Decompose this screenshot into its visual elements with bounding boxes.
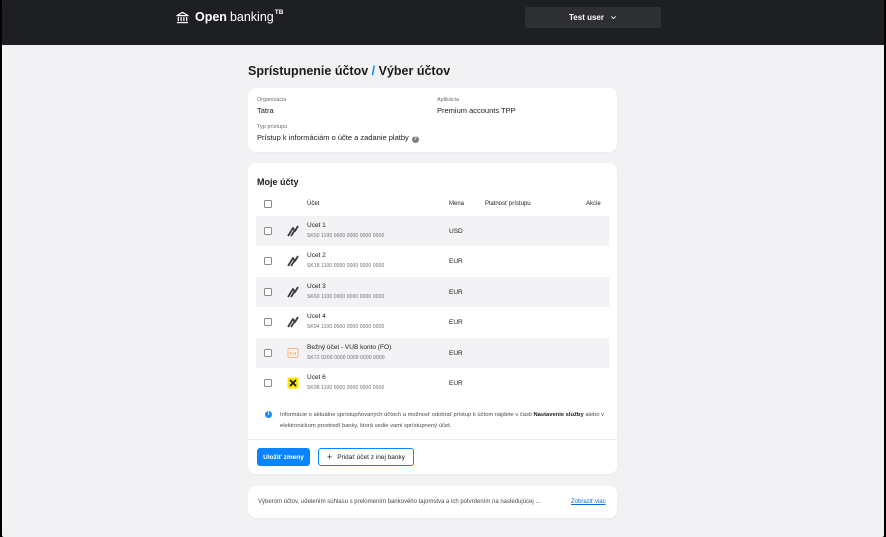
top-bar: Open banking TB Test user — [2, 0, 884, 45]
page-title: Sprístupnenie účtov / Výber účtov — [248, 64, 450, 78]
logo[interactable]: Open banking TB — [176, 8, 284, 24]
select-all-checkbox[interactable] — [264, 200, 272, 208]
app-frame: Open banking TB Test user Sprístupnenie … — [2, 0, 884, 537]
account-row[interactable]: Ucet 4 SK94 1100 0000 0000 0000 0000 EUR — [256, 307, 609, 337]
organization-value: Tatra — [257, 106, 274, 115]
tatra-bank-icon — [287, 286, 299, 298]
account-row[interactable]: Bežný účet - VUB konto (FO) SK72 0200 00… — [256, 338, 609, 368]
account-iban: SK18 1100 0000 0000 0000 0000 — [307, 263, 385, 269]
access-info-card: Organizácia Tatra Aplikácia Premium acco… — [248, 88, 617, 152]
logo-superscript: TB — [274, 8, 284, 16]
user-menu-label: Test user — [569, 13, 604, 22]
raiffeisen-bank-icon — [287, 377, 299, 389]
info-icon: i — [265, 411, 272, 418]
breadcrumb-separator: / — [371, 64, 376, 78]
access-type-text: Prístup k informáciám o účte a zadanie p… — [257, 133, 409, 142]
account-checkbox[interactable] — [264, 288, 272, 296]
account-name: Ucet 1 — [307, 222, 326, 229]
bank-building-icon — [176, 11, 189, 23]
add-account-button[interactable]: + Pridať účet z inej banky — [318, 448, 414, 466]
tatra-bank-icon — [287, 316, 299, 328]
account-name: Ucet 4 — [307, 313, 326, 320]
add-account-label: Pridať účet z inej banky — [337, 453, 406, 461]
consent-card: Výberom účtov, udelením súhlasu s prelom… — [248, 486, 617, 518]
save-changes-button[interactable]: Uložiť zmeny — [257, 448, 310, 466]
consent-text: Výberom účtov, udelením súhlasu s prelom… — [258, 499, 541, 505]
account-row[interactable]: Ucet 1 SK50 1100 0000 0000 0000 0000 USD — [256, 216, 609, 246]
column-validity: Platnosť prístupu — [485, 201, 531, 207]
account-currency: USD — [449, 228, 463, 235]
accounts-table-header: Účet Mena Platnosť prístupu Akcie — [248, 197, 617, 215]
account-iban: SK94 1100 0000 0000 0000 0000 — [307, 324, 385, 330]
logo-text-strong: Open — [195, 10, 227, 24]
account-name: Ucet 2 — [307, 252, 326, 259]
account-row[interactable]: Ucet 6 SK98 1100 0000 0000 0000 0000 EUR — [256, 368, 609, 398]
accounts-card: Moje účty Účet Mena Platnosť prístupu Ak… — [248, 163, 617, 474]
account-checkbox[interactable] — [264, 379, 272, 387]
info-notice: i Informácie o aktuálne sprístupňovaných… — [265, 410, 605, 432]
access-type-label: Typ prístupu — [257, 124, 288, 130]
notice-text: Informácie o aktuálne sprístupňovaných ú… — [265, 410, 605, 432]
application-value: Premium accounts TPP — [437, 106, 516, 115]
account-name: Ucet 3 — [307, 283, 326, 290]
breadcrumb-select: Výber účtov — [378, 64, 451, 78]
notice-text-pre: Informácie o aktuálne sprístupňovaných ú… — [280, 412, 534, 418]
account-currency: EUR — [449, 319, 463, 326]
account-currency: EUR — [449, 258, 463, 265]
divider — [248, 439, 617, 440]
logo-text-light: banking — [229, 10, 274, 24]
account-checkbox[interactable] — [264, 349, 272, 357]
account-name: Ucet 6 — [307, 374, 326, 381]
account-checkbox[interactable] — [264, 257, 272, 265]
save-changes-label: Uložiť zmeny — [263, 453, 304, 461]
application-label: Aplikácia — [437, 97, 460, 103]
accounts-title: Moje účty — [257, 177, 299, 187]
chevron-down-icon — [610, 16, 616, 20]
organization-label: Organizácia — [257, 97, 287, 103]
account-iban: SK50 1100 0000 0000 0000 0000 — [307, 233, 385, 239]
breadcrumb-access: Sprístupnenie účtov — [248, 64, 369, 78]
plus-icon: + — [326, 452, 333, 462]
account-iban: SK60 1100 0000 0000 0000 0000 — [307, 294, 385, 300]
column-account: Účet — [307, 201, 320, 207]
account-currency: EUR — [449, 289, 463, 296]
account-iban: SK98 1100 0000 0000 0000 0000 — [307, 385, 385, 391]
service-settings-link[interactable]: Nastavenie služby — [533, 412, 583, 418]
vub-bank-icon — [287, 348, 299, 358]
account-row[interactable]: Ucet 2 SK18 1100 0000 0000 0000 0000 EUR — [256, 246, 609, 276]
column-currency: Mena — [449, 201, 465, 207]
user-menu-button[interactable]: Test user — [525, 7, 661, 28]
account-name: Bežný účet - VUB konto (FO) — [307, 344, 392, 351]
show-more-link[interactable]: Zobraziť viac — [571, 499, 606, 505]
access-type-value: Prístup k informáciám o účte a zadanie p… — [257, 133, 419, 143]
tatra-bank-icon — [287, 255, 299, 267]
account-currency: EUR — [449, 350, 463, 357]
column-actions: Akcie — [586, 201, 601, 207]
account-iban: SK72 0200 0000 0000 0000 0000 — [307, 355, 385, 361]
account-row[interactable]: Ucet 3 SK60 1100 0000 0000 0000 0000 EUR — [256, 277, 609, 307]
tatra-bank-icon — [287, 225, 299, 237]
account-checkbox[interactable] — [264, 318, 272, 326]
account-currency: EUR — [449, 380, 463, 387]
help-icon[interactable]: ? — [411, 136, 419, 143]
account-checkbox[interactable] — [264, 227, 272, 235]
